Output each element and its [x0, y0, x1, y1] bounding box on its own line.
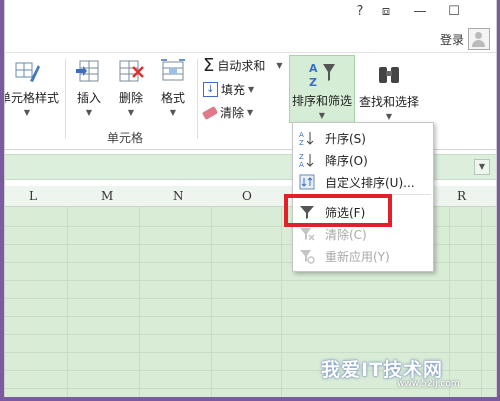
grid-line — [5, 316, 496, 317]
chevron-down-icon: ▼ — [247, 108, 254, 117]
title-bar: ? ⧈ — ☐ — [5, 0, 496, 24]
cell-styles-icon — [12, 57, 42, 87]
grid-line — [5, 280, 496, 281]
svg-text:Z: Z — [299, 153, 304, 161]
format-button[interactable]: 格式 ▼ — [155, 57, 191, 117]
fill-down-icon: ↓ — [203, 82, 218, 97]
custom-sort-icon — [299, 174, 315, 190]
maximize-button[interactable]: ☐ — [445, 3, 463, 21]
column-header-m[interactable]: M — [101, 189, 113, 203]
find-select-button[interactable]: 查找和选择 ▼ — [357, 57, 421, 121]
grid-line — [211, 206, 212, 397]
grid-line — [5, 298, 496, 299]
svg-text:A: A — [309, 62, 318, 75]
grid-line — [67, 206, 68, 397]
excel-window: ? ⧈ — ☐ 登录 单元格样式 ▼ 插入 ▼ 删除 ▼ 格式 ▼ 单元格 Σ … — [4, 0, 497, 397]
grid-line — [449, 206, 450, 397]
avatar[interactable] — [468, 28, 490, 50]
chevron-down-icon: ▼ — [248, 85, 255, 94]
cell-styles-button[interactable]: 单元格样式 ▼ — [5, 57, 59, 117]
grid-line — [5, 334, 496, 335]
chevron-down-icon: ▼ — [318, 111, 326, 120]
login-link[interactable]: 登录 — [440, 31, 464, 48]
menu-item-sort-ascending[interactable]: AZ 升序(S) — [293, 127, 433, 149]
insert-button[interactable]: 插入 ▼ — [71, 57, 107, 117]
delete-button[interactable]: 删除 ▼ — [113, 57, 149, 117]
menu-item-reapply[interactable]: 重新应用(Y) — [293, 245, 433, 267]
grid-line — [5, 352, 496, 353]
sort-filter-icon: AZ — [307, 60, 337, 90]
sort-filter-button[interactable]: AZ 排序和筛选 ▼ — [289, 55, 355, 123]
fill-button[interactable]: ↓ 填充 ▼ — [203, 81, 254, 98]
sort-descending-icon: ZA — [299, 152, 315, 169]
binoculars-icon — [374, 61, 404, 91]
insert-cells-icon — [74, 57, 104, 87]
delete-cells-icon — [116, 57, 146, 87]
svg-text:A: A — [299, 161, 304, 168]
eraser-icon — [201, 105, 219, 120]
chevron-down-icon: ▼ — [85, 108, 93, 117]
reapply-filter-icon — [299, 248, 315, 264]
divider — [65, 59, 66, 139]
filter-highlight-box — [284, 194, 392, 227]
column-header-n[interactable]: N — [173, 189, 184, 203]
chevron-down-icon: ▼ — [127, 108, 135, 117]
watermark-url: www.52ij.com — [397, 379, 460, 389]
watermark-logo: 我爱IT技术网 — [321, 359, 444, 381]
svg-text:A: A — [299, 131, 304, 139]
autosum-button[interactable]: Σ 自动求和 ▼ — [203, 54, 283, 76]
minimize-button[interactable]: — — [411, 3, 429, 21]
menu-item-custom-sort[interactable]: 自定义排序(U)... — [293, 171, 433, 193]
sigma-icon: Σ — [203, 54, 215, 76]
svg-text:Z: Z — [299, 139, 304, 146]
chevron-down-icon: ▼ — [23, 108, 31, 117]
help-button[interactable]: ? — [351, 3, 369, 21]
grid-line — [481, 206, 482, 397]
ribbon-display-button[interactable]: ⧈ — [377, 3, 395, 21]
chevron-down-icon: ▼ — [385, 112, 393, 121]
grid-line — [281, 206, 282, 397]
expand-formula-bar-button[interactable]: ▼ — [474, 159, 490, 175]
column-header-l[interactable]: L — [29, 189, 37, 203]
menu-item-sort-descending[interactable]: ZA 降序(O) — [293, 149, 433, 171]
column-header-o[interactable]: O — [242, 189, 252, 203]
svg-text:Z: Z — [309, 76, 317, 89]
group-label-cells: 单元格 — [107, 131, 144, 145]
format-cells-icon — [158, 57, 188, 87]
clear-button[interactable]: 清除 ▼ — [201, 104, 254, 121]
account-area[interactable]: 登录 — [440, 28, 490, 50]
sort-ascending-icon: AZ — [299, 130, 315, 147]
clear-filter-icon — [299, 226, 315, 242]
column-header-r[interactable]: R — [457, 189, 466, 203]
chevron-down-icon: ▼ — [276, 61, 283, 70]
chevron-down-icon: ▼ — [169, 108, 177, 117]
divider — [197, 59, 198, 139]
grid-line — [139, 206, 140, 397]
